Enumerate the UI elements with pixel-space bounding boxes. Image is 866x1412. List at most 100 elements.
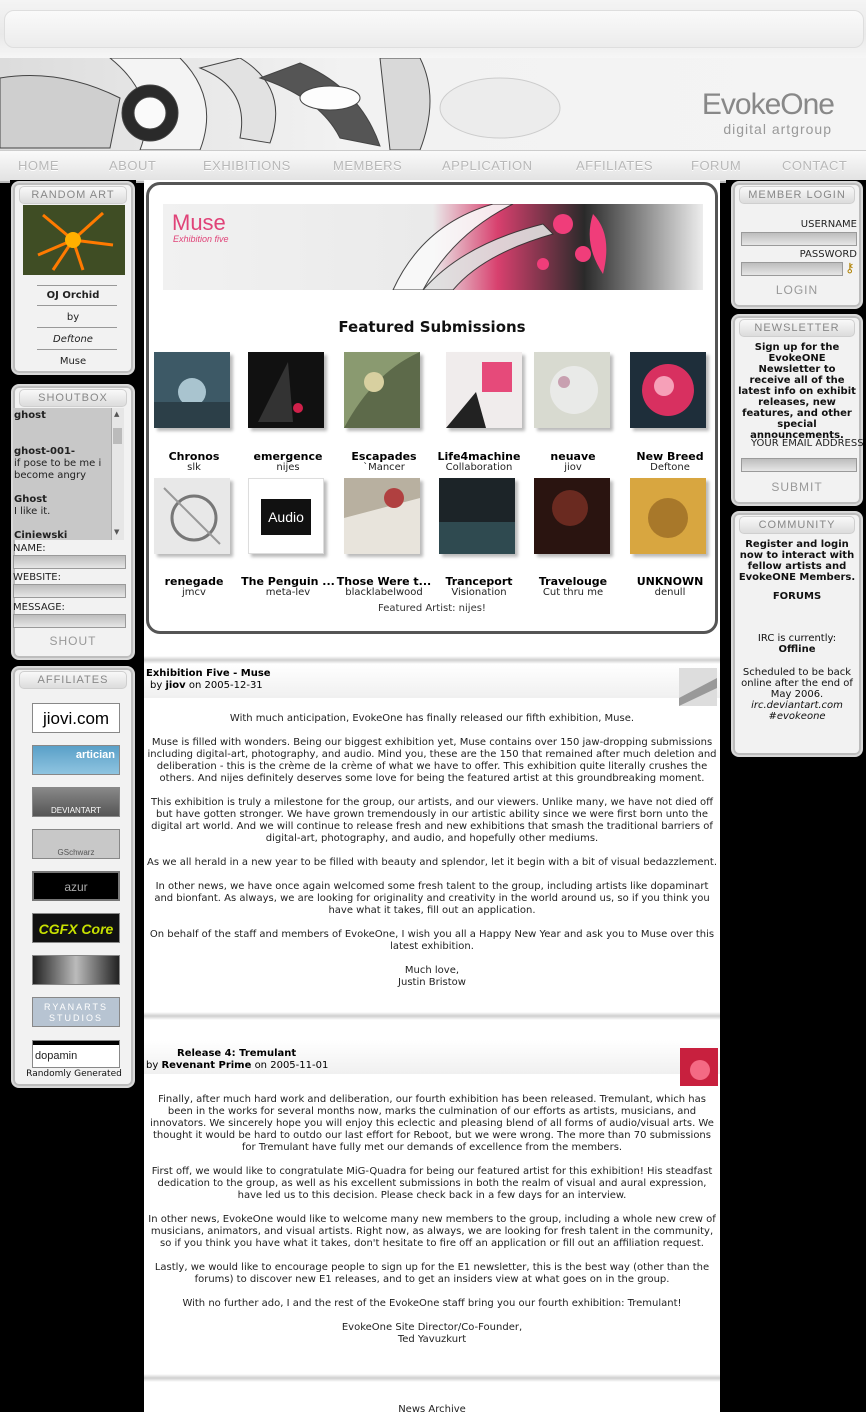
nav-forum[interactable]: FORUM xyxy=(691,158,741,173)
submission-artist[interactable]: Collaboration xyxy=(431,462,527,473)
random-art-title[interactable]: OJ Orchid xyxy=(13,290,133,301)
news-date: 2005-11-01 xyxy=(270,1060,329,1071)
news-paragraph: This exhibition is truly a milestone for… xyxy=(150,797,714,844)
news-by: by xyxy=(146,1060,159,1071)
news-signoff: Much love, Justin Bristow xyxy=(398,965,466,988)
nav-exhibitions[interactable]: EXHIBITIONS xyxy=(203,158,291,173)
shout-message-input[interactable] xyxy=(13,614,126,628)
username-input[interactable] xyxy=(741,232,857,246)
nav-contact[interactable]: CONTACT xyxy=(782,158,847,173)
submission-artist[interactable]: jiov xyxy=(525,462,621,473)
nav-home[interactable]: HOME xyxy=(18,158,59,173)
nav-affiliates[interactable]: AFFILIATES xyxy=(576,158,653,173)
news-title[interactable]: Exhibition Five - Muse xyxy=(146,668,271,679)
news-paragraph: Lastly, we would like to encourage peopl… xyxy=(154,1262,710,1285)
newsletter-heading: NEWSLETTER xyxy=(739,319,855,337)
news-paragraph: Muse is filled with wonders. Being our b… xyxy=(147,737,717,784)
featured-artist[interactable]: Featured Artist: nijes! xyxy=(146,603,718,614)
thumbnail-those-were[interactable] xyxy=(344,478,420,554)
thumbnail-the-penguin[interactable]: Audio xyxy=(248,478,324,554)
scroll-up-icon[interactable]: ▲ xyxy=(114,410,119,418)
thumbnail-chronos[interactable] xyxy=(154,352,230,428)
author-avatar[interactable] xyxy=(680,1048,718,1086)
thumbnail-neuave[interactable] xyxy=(534,352,610,428)
submission-artist[interactable]: denull xyxy=(622,587,718,598)
newsletter-box: NEWSLETTER Sign up for the EvokeONE News… xyxy=(731,314,864,506)
affiliate-link[interactable]: dopamin xyxy=(32,1040,120,1068)
affiliate-link[interactable]: GSchwarz xyxy=(32,829,120,859)
affiliate-link[interactable]: artician xyxy=(32,745,120,775)
exhibition-banner[interactable]: Muse Exhibition five xyxy=(163,204,703,290)
shout-button[interactable]: SHOUT xyxy=(13,634,133,648)
affiliate-link[interactable]: CGFX Core xyxy=(32,913,120,943)
news-author[interactable]: Revenant Prime xyxy=(161,1060,251,1071)
author-avatar[interactable] xyxy=(679,668,717,706)
top-bar-frame xyxy=(4,10,864,48)
random-art-thumbnail[interactable] xyxy=(23,205,125,275)
irc-server[interactable]: irc.deviantart.com xyxy=(737,700,857,711)
random-art-artist[interactable]: Deftone xyxy=(13,334,133,345)
shoutbox-scrollbar[interactable]: ▲ ▼ xyxy=(111,408,124,540)
random-art-exhibition[interactable]: Muse xyxy=(13,356,133,367)
shout-name: ghost-001- xyxy=(14,446,76,457)
nav-about[interactable]: ABOUT xyxy=(109,158,156,173)
newsletter-text: Sign up for the EvokeONE Newsletter to r… xyxy=(738,342,856,441)
random-art-by: by xyxy=(66,312,80,323)
affiliate-link[interactable]: jiovi.com xyxy=(32,703,120,733)
scroll-thumb[interactable] xyxy=(113,428,122,444)
submission-artist[interactable]: Visionation xyxy=(431,587,527,598)
forums-link[interactable]: FORUMS xyxy=(737,591,857,602)
news-paragraph: Finally, after much hard work and delibe… xyxy=(150,1094,714,1153)
news-byline: by Revenant Prime on 2005-11-01 xyxy=(146,1060,328,1071)
community-text: Register and login now to interact with … xyxy=(738,539,856,583)
thumbnail-escapades[interactable] xyxy=(344,352,420,428)
shout-text: if pose to be me i become angry xyxy=(14,458,102,481)
news-author[interactable]: jiov xyxy=(165,680,185,691)
main-nav: HOME ABOUT EXHIBITIONS MEMBERS APPLICATI… xyxy=(0,150,866,183)
submission-artist[interactable]: nijes xyxy=(240,462,336,473)
news-paragraph: In other news, EvokeOne would like to we… xyxy=(148,1214,716,1249)
thumbnail-travelouge[interactable] xyxy=(534,478,610,554)
thumbnail-unknown[interactable] xyxy=(630,478,706,554)
news-by: by xyxy=(150,680,163,691)
submission-artist[interactable]: Cut thru me xyxy=(525,587,621,598)
member-login-box: MEMBER LOGIN USERNAME PASSWORD ⚷ LOGIN xyxy=(731,181,863,309)
affiliates-footer: Randomly Generated xyxy=(26,1069,122,1079)
submission-artist[interactable]: blacklabelwood xyxy=(336,587,432,598)
community-box: COMMUNITY Register and login now to inte… xyxy=(731,511,863,757)
irc-note: Scheduled to be back online after the en… xyxy=(741,667,853,700)
submission-artist[interactable]: jmcv xyxy=(146,587,242,598)
submission-artist[interactable]: slk xyxy=(146,462,242,473)
news-paragraph: With no further ado, I and the rest of t… xyxy=(182,1298,682,1309)
thumbnail-emergence[interactable] xyxy=(248,352,324,428)
logo-title[interactable]: EvokeOne xyxy=(702,88,835,122)
thumbnail-life4machine[interactable] xyxy=(446,352,522,428)
thumbnail-tranceport[interactable] xyxy=(439,478,515,554)
thumbnail-new-breed[interactable] xyxy=(630,352,706,428)
submission-artist[interactable]: `Mancer xyxy=(336,462,432,473)
nav-members[interactable]: MEMBERS xyxy=(333,158,402,173)
thumbnail-renegade[interactable] xyxy=(154,478,230,554)
header-banner: EvokeOne digital artgroup xyxy=(0,58,866,150)
news-archive-link[interactable]: News Archive xyxy=(144,1404,720,1412)
affiliate-link[interactable]: azur xyxy=(32,871,120,901)
email-input[interactable] xyxy=(741,458,857,472)
affiliate-link[interactable] xyxy=(32,955,120,985)
nav-application[interactable]: APPLICATION xyxy=(442,158,533,173)
shoutbox-messages[interactable]: ghost ghost-001- if pose to be me i beco… xyxy=(13,408,121,540)
affiliate-link[interactable]: RYANARTS STUDIOS xyxy=(32,997,120,1027)
shout-website-input[interactable] xyxy=(13,584,126,598)
affiliate-link[interactable]: DEVIANTART xyxy=(32,787,120,817)
shout-name-input[interactable] xyxy=(13,555,126,569)
news-title[interactable]: Release 4: Tremulant xyxy=(177,1048,296,1059)
news-on: on xyxy=(188,680,202,691)
submission-artist[interactable]: Deftone xyxy=(622,462,718,473)
password-input[interactable] xyxy=(741,262,843,276)
random-art-heading: RANDOM ART xyxy=(19,186,127,204)
scroll-down-icon[interactable]: ▼ xyxy=(114,528,119,536)
irc-channel[interactable]: #evokeone xyxy=(737,711,857,722)
penguin-thumb-label: Audio xyxy=(261,499,311,535)
login-button[interactable]: LOGIN xyxy=(733,283,861,297)
submit-button[interactable]: SUBMIT xyxy=(733,480,861,494)
submission-artist[interactable]: meta-lev xyxy=(240,587,336,598)
